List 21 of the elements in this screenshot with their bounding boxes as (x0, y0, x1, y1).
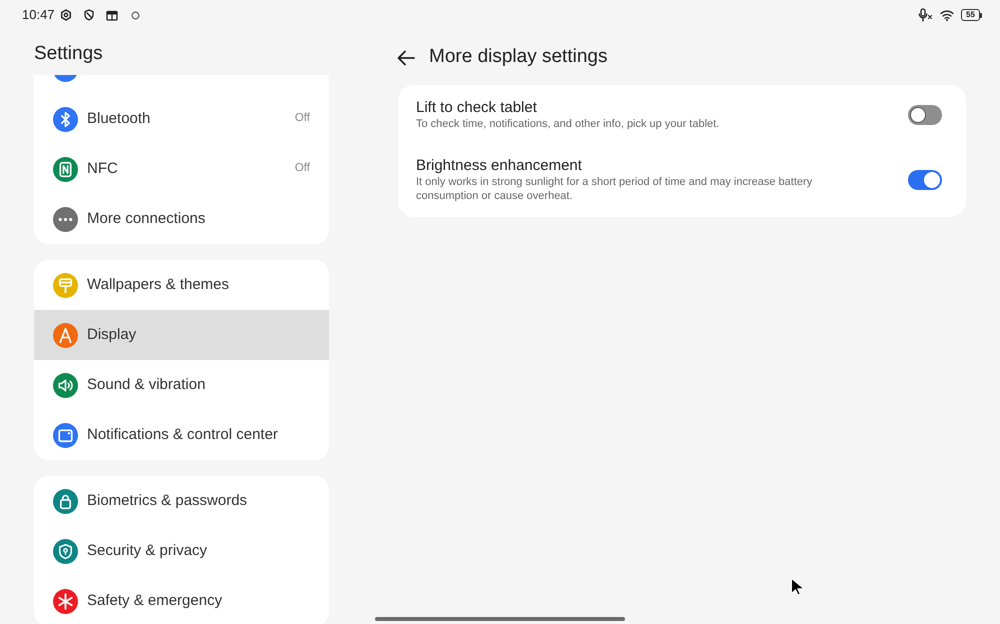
page-title: More display settings (429, 45, 608, 70)
clock-time: 10:47 (22, 6, 55, 24)
status-text: Off (294, 161, 310, 176)
toggle-switch[interactable] (908, 105, 942, 125)
cursor-icon (790, 577, 806, 596)
gear-icon (60, 9, 72, 21)
mic-muted-icon (918, 8, 933, 22)
wifi-icon (940, 9, 954, 21)
status-text: Off (294, 111, 310, 126)
ring-icon (130, 10, 140, 20)
battery-indicator: 55 (961, 9, 982, 21)
setting-title: Lift to check tablet (416, 99, 538, 117)
setting-description: It only works in strong sunlight for a short period of time and may increase battery consumption or cause overheat. (416, 175, 814, 203)
shield-icon (82, 9, 95, 21)
back-icon[interactable] (397, 50, 415, 66)
sidebar-item[interactable]: Display (34, 310, 329, 360)
toggle-switch[interactable] (908, 170, 942, 190)
setting-description: To check time, notifications, and other info, pick up your tablet. (416, 117, 720, 131)
window-icon (106, 10, 118, 20)
sidebar-title: Settings (34, 42, 103, 66)
setting-title: Brightness enhancement (416, 157, 583, 175)
